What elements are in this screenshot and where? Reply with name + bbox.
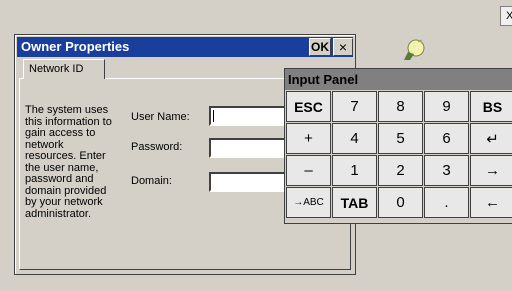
key-tab[interactable]: TAB <box>332 187 377 218</box>
bulb-icon <box>404 39 425 60</box>
key-plus[interactable]: + <box>286 123 331 154</box>
close-button[interactable]: × <box>333 38 353 56</box>
key-backspace[interactable]: BS <box>470 91 512 122</box>
description-text: The system uses this information to gain… <box>25 104 121 220</box>
input-panel-title: Input Panel <box>285 69 512 90</box>
key-7[interactable]: 7 <box>332 91 377 122</box>
tab-network-id[interactable]: Network ID <box>23 59 105 79</box>
key-dot[interactable]: . <box>424 187 469 218</box>
description-line: The system uses <box>25 104 109 116</box>
domain-label: Domain: <box>131 175 172 187</box>
key-0[interactable]: 0 <box>378 187 423 218</box>
key-3[interactable]: 3 <box>424 155 469 186</box>
key-6[interactable]: 6 <box>424 123 469 154</box>
password-label: Password: <box>131 141 183 153</box>
key-9[interactable]: 9 <box>424 91 469 122</box>
screen-close-button[interactable]: X <box>500 6 512 26</box>
key-esc[interactable]: ESC <box>286 91 331 122</box>
key-2[interactable]: 2 <box>378 155 423 186</box>
key-right[interactable]: → <box>470 155 512 186</box>
dialog-title: Owner Properties <box>21 39 130 54</box>
key-5[interactable]: 5 <box>378 123 423 154</box>
key-minus[interactable]: – <box>286 155 331 186</box>
key-alpha-mode[interactable]: →ABC <box>286 187 331 218</box>
key-4[interactable]: 4 <box>332 123 377 154</box>
input-panel: Input Panel ESC 7 8 9 BS +4 5 6 ↵ –1 2 3 → →ABC TAB 0. ← <box>284 68 512 224</box>
description-line: resources. Enter <box>25 150 106 162</box>
description-line: administrator. <box>25 207 92 220</box>
text-caret <box>213 110 214 122</box>
key-8[interactable]: 8 <box>378 91 423 122</box>
description-line: password and <box>25 173 94 185</box>
key-enter[interactable]: ↵ <box>470 123 512 154</box>
ok-button[interactable]: OK <box>309 38 331 56</box>
description-line: by your network <box>25 196 103 208</box>
description-line: gain access to <box>25 127 96 139</box>
username-label: User Name: <box>131 111 190 123</box>
key-left[interactable]: ← <box>470 187 512 218</box>
key-1[interactable]: 1 <box>332 155 377 186</box>
dialog-title-bar: Owner Properties OK × <box>17 37 353 57</box>
